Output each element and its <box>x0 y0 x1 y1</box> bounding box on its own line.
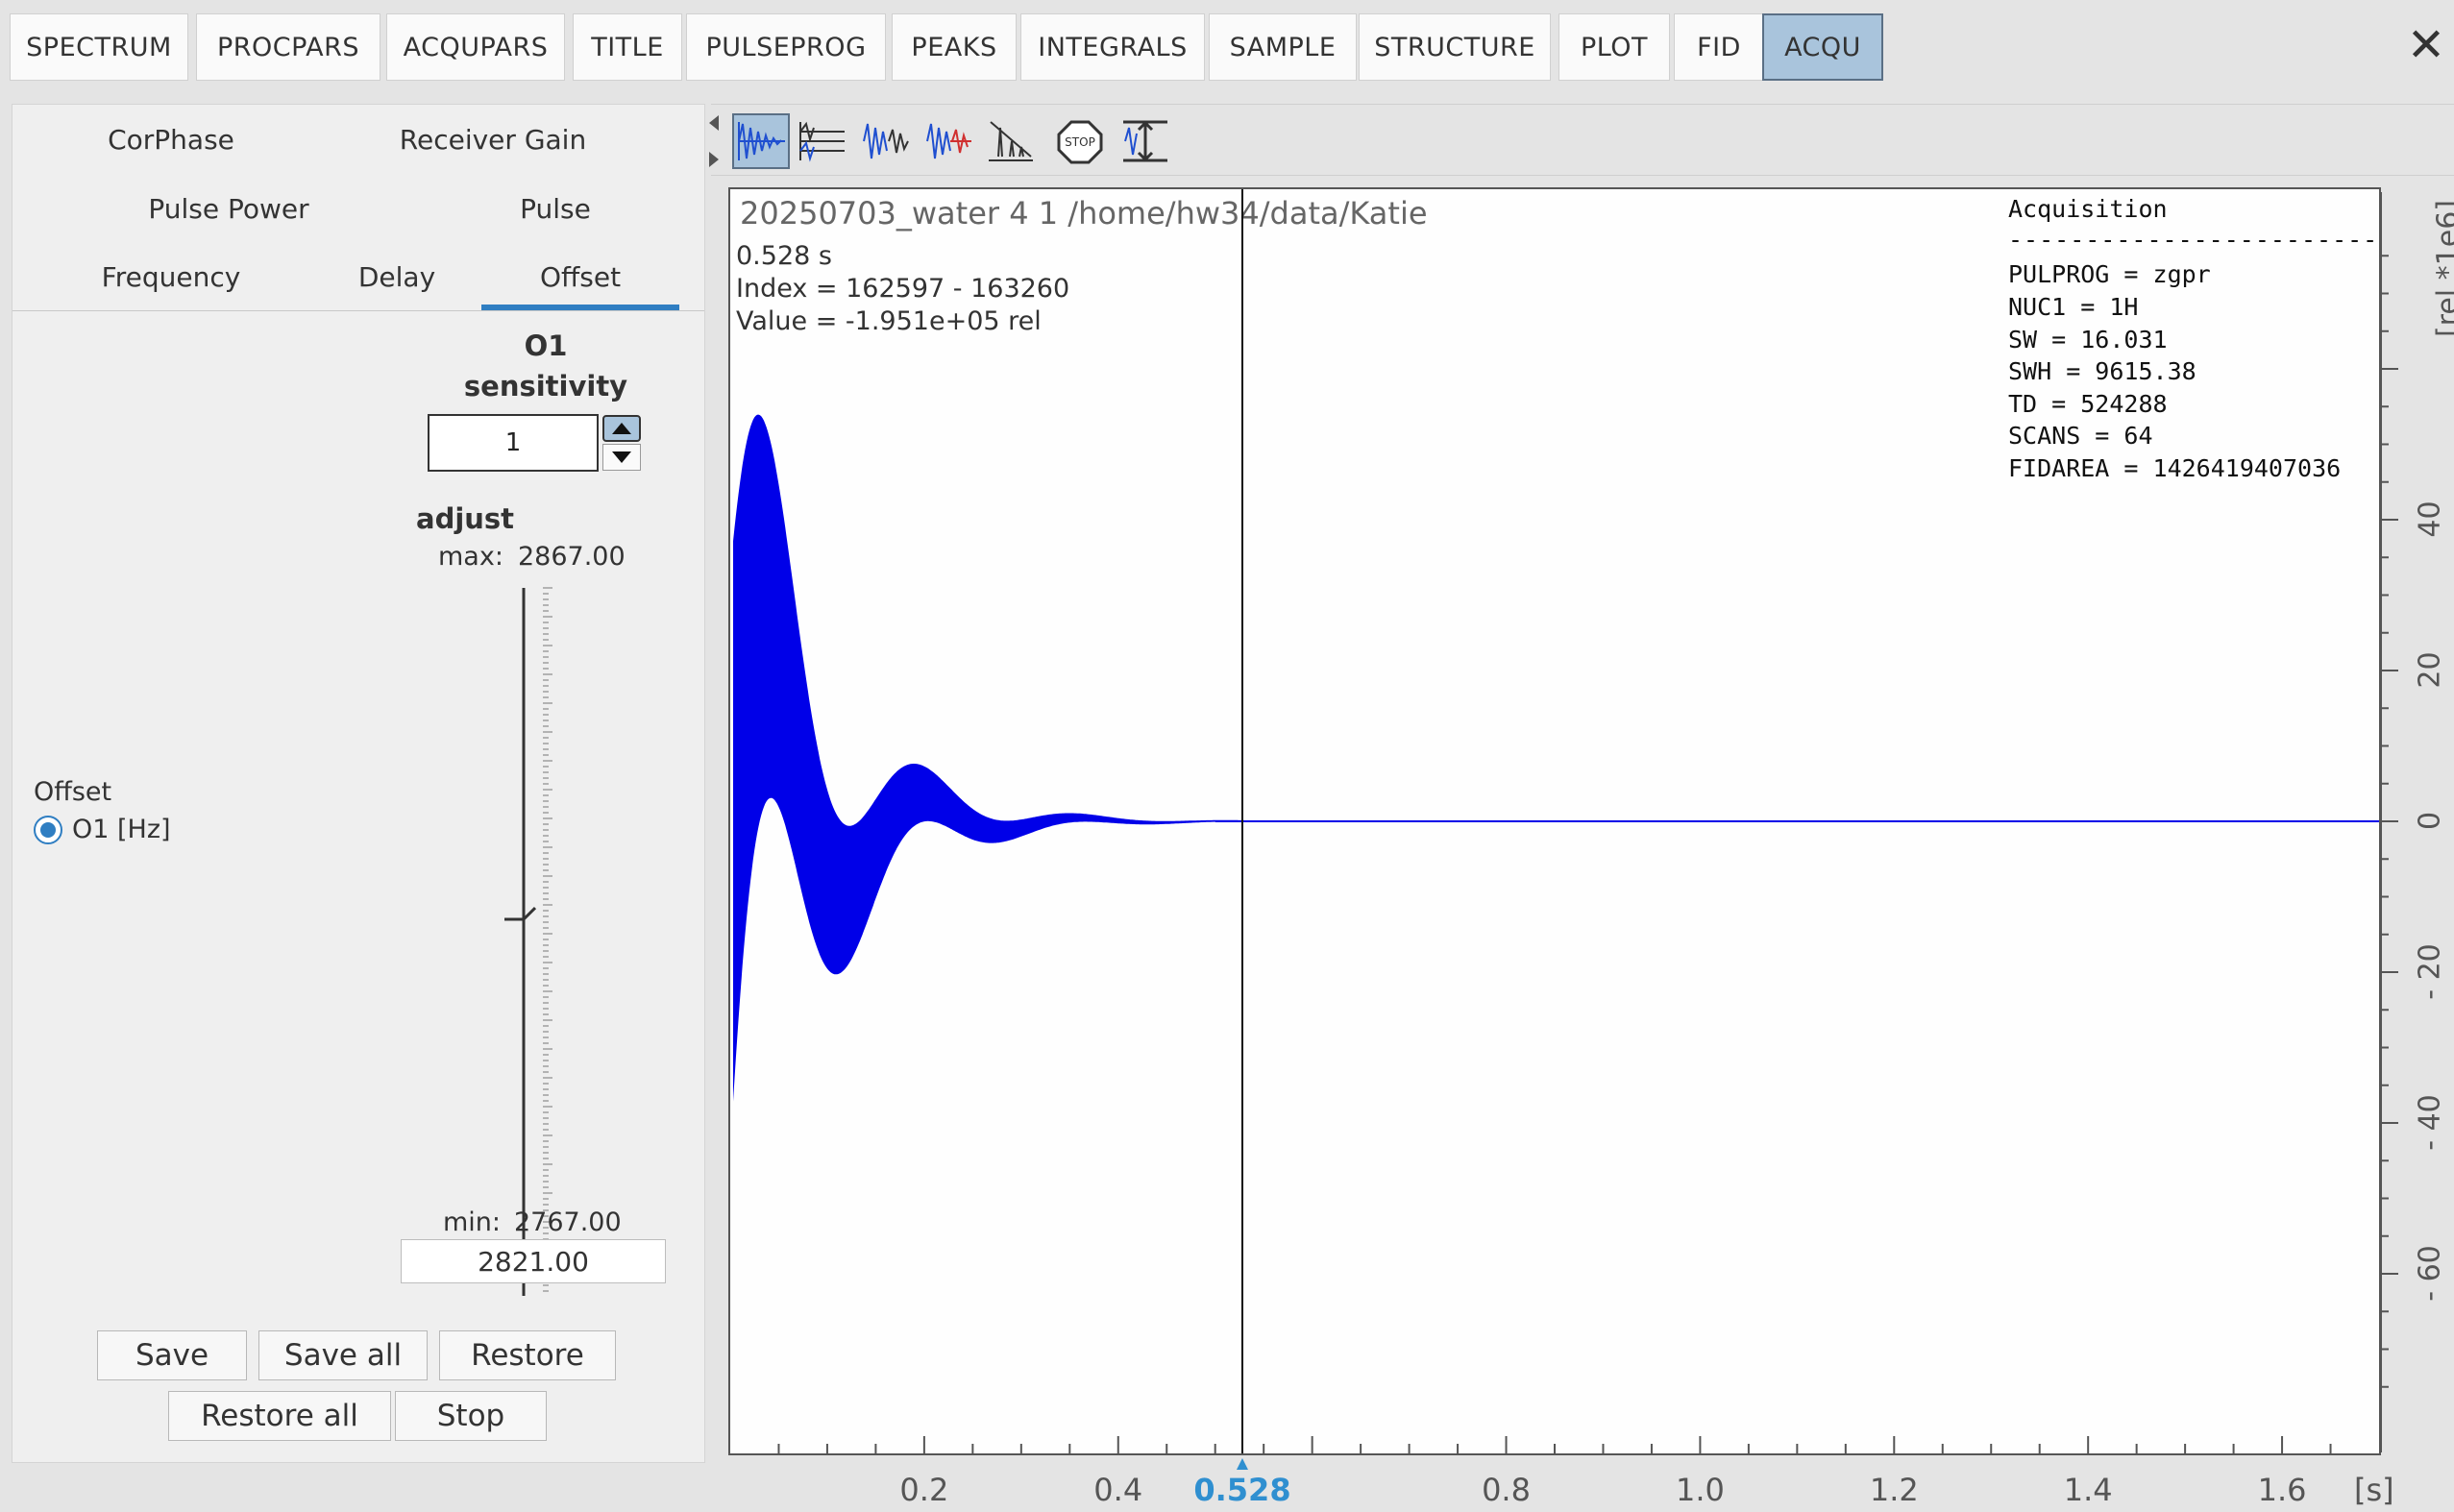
x-tick-label: 0.4 <box>1093 1472 1143 1508</box>
info-fidarea: FIDAREA = 1426419407036 <box>2008 454 2342 482</box>
adjust-slider[interactable] <box>493 580 589 1305</box>
cursor-index: Index = 162597 - 163260 <box>736 274 1070 304</box>
subtab-receiver-gain[interactable]: Receiver Gain <box>349 124 637 156</box>
info-nuc1: NUC1 = 1H <box>2008 293 2139 321</box>
max-label: max: <box>438 542 503 572</box>
tab-procpars[interactable]: PROCPARS <box>196 13 380 81</box>
restore-button[interactable]: Restore <box>439 1330 616 1380</box>
x-unit-label: [s] <box>2354 1472 2394 1508</box>
tab-spectrum[interactable]: SPECTRUM <box>10 13 188 81</box>
offset-value-field[interactable]: 2821.00 <box>401 1239 666 1283</box>
save-button[interactable]: Save <box>97 1330 247 1380</box>
arrow-down-icon <box>612 451 631 463</box>
tab-integrals[interactable]: INTEGRALS <box>1020 13 1205 81</box>
slider-handle-shape[interactable] <box>504 906 537 921</box>
spin-up-button[interactable] <box>602 415 641 442</box>
y-tick-label: - 20 <box>2413 943 2447 1000</box>
subtab-offset[interactable]: Offset <box>481 261 679 293</box>
toolbar-bottom-border <box>711 175 2454 176</box>
max-value: 2867.00 <box>518 542 626 572</box>
o1-radio-label: O1 [Hz] <box>72 815 171 844</box>
info-title: Acquisition <box>2008 195 2168 223</box>
close-icon[interactable]: ✕ <box>2402 18 2450 72</box>
y-tick-label: 0 <box>2413 811 2447 831</box>
info-sw: SW = 16.031 <box>2008 326 2168 354</box>
x-tick-label: 1.0 <box>1675 1472 1725 1508</box>
fit-view-icon[interactable] <box>1117 113 1174 169</box>
fid-overlay-icon[interactable] <box>920 113 978 169</box>
x-tick-label: 1.2 <box>1869 1472 1919 1508</box>
cursor-x-label: 0.528 <box>1193 1472 1291 1508</box>
slider-handle[interactable] <box>504 906 537 921</box>
info-td: TD = 524288 <box>2008 390 2168 418</box>
sensitivity-input[interactable]: 1 <box>428 414 599 472</box>
fid-view-icon[interactable] <box>732 113 790 169</box>
subtab-corphase[interactable]: CorPhase <box>51 124 291 156</box>
subtab-pulse-power[interactable]: Pulse Power <box>99 193 358 225</box>
cursor-value: Value = -1.951e+05 rel <box>736 306 1042 336</box>
multiple-fid-icon[interactable] <box>794 113 851 169</box>
param-title: O1 <box>524 329 568 362</box>
tab-peaks[interactable]: PEAKS <box>892 13 1017 81</box>
info-swh: SWH = 9615.38 <box>2008 357 2196 385</box>
subtab-pulse[interactable]: Pulse <box>445 193 666 225</box>
x-tick-label: 0.2 <box>899 1472 949 1508</box>
tab-sample[interactable]: SAMPLE <box>1209 13 1357 81</box>
arrow-up-icon <box>612 423 631 434</box>
fid-zoom-icon[interactable] <box>857 113 915 169</box>
y-tick-label: 20 <box>2413 651 2447 689</box>
toolbar-top-border <box>711 104 2454 105</box>
sensitivity-label: sensitivity <box>463 370 628 402</box>
tab-fid[interactable]: FID <box>1674 13 1764 81</box>
o1-radio[interactable] <box>34 816 62 844</box>
tab-acqu[interactable]: ACQU <box>1762 13 1883 81</box>
x-tick-label: 0.8 <box>1482 1472 1531 1508</box>
peak-pick-icon[interactable] <box>982 113 1040 169</box>
y-tick-label: 40 <box>2413 500 2447 538</box>
subtab-divider <box>12 310 704 311</box>
tab-bar: SPECTRUM PROCPARS ACQUPARS TITLE PULSEPR… <box>0 0 2454 96</box>
min-label: min: <box>443 1207 502 1237</box>
tab-pulseprog[interactable]: PULSEPROG <box>686 13 886 81</box>
dataset-title: 20250703_water 4 1 /home/hw34/data/Katie <box>740 195 1428 232</box>
y-unit-label: [rel *1e6] <box>2431 199 2454 338</box>
min-value: 2767.00 <box>514 1207 622 1237</box>
y-tick-label: - 40 <box>2413 1094 2447 1151</box>
subtab-frequency[interactable]: Frequency <box>51 261 291 293</box>
x-tick-label: 1.6 <box>2257 1472 2307 1508</box>
panel-toggle-icon[interactable] <box>707 113 721 171</box>
tab-title[interactable]: TITLE <box>573 13 682 81</box>
spin-down-button[interactable] <box>602 444 641 471</box>
save-all-button[interactable]: Save all <box>258 1330 428 1380</box>
info-separator: ------------------------ <box>2008 226 2379 254</box>
cursor-marker <box>1236 1458 1248 1470</box>
x-tick-label: 1.4 <box>2063 1472 2113 1508</box>
y-tick-label: - 60 <box>2413 1245 2447 1302</box>
adjust-label: adjust <box>416 502 515 535</box>
subtab-delay[interactable]: Delay <box>301 261 493 293</box>
stop-icon[interactable]: STOP <box>1051 113 1109 169</box>
tab-structure[interactable]: STRUCTURE <box>1359 13 1551 81</box>
info-pulprog: PULPROG = zgpr <box>2008 260 2211 288</box>
cursor-time: 0.528 s <box>736 241 832 271</box>
tab-plot[interactable]: PLOT <box>1558 13 1670 81</box>
tab-acqupars[interactable]: ACQUPARS <box>386 13 565 81</box>
stop-button[interactable]: Stop <box>395 1391 547 1441</box>
fid-plot-area[interactable]: 20250703_water 4 1 /home/hw34/data/Katie… <box>728 187 2381 1455</box>
info-scans: SCANS = 64 <box>2008 422 2153 450</box>
restore-all-button[interactable]: Restore all <box>168 1391 391 1441</box>
parameter-panel: CorPhase Receiver Gain Pulse Power Pulse… <box>12 104 705 1463</box>
svg-text:STOP: STOP <box>1065 135 1095 149</box>
offset-group-label: Offset <box>34 777 112 807</box>
